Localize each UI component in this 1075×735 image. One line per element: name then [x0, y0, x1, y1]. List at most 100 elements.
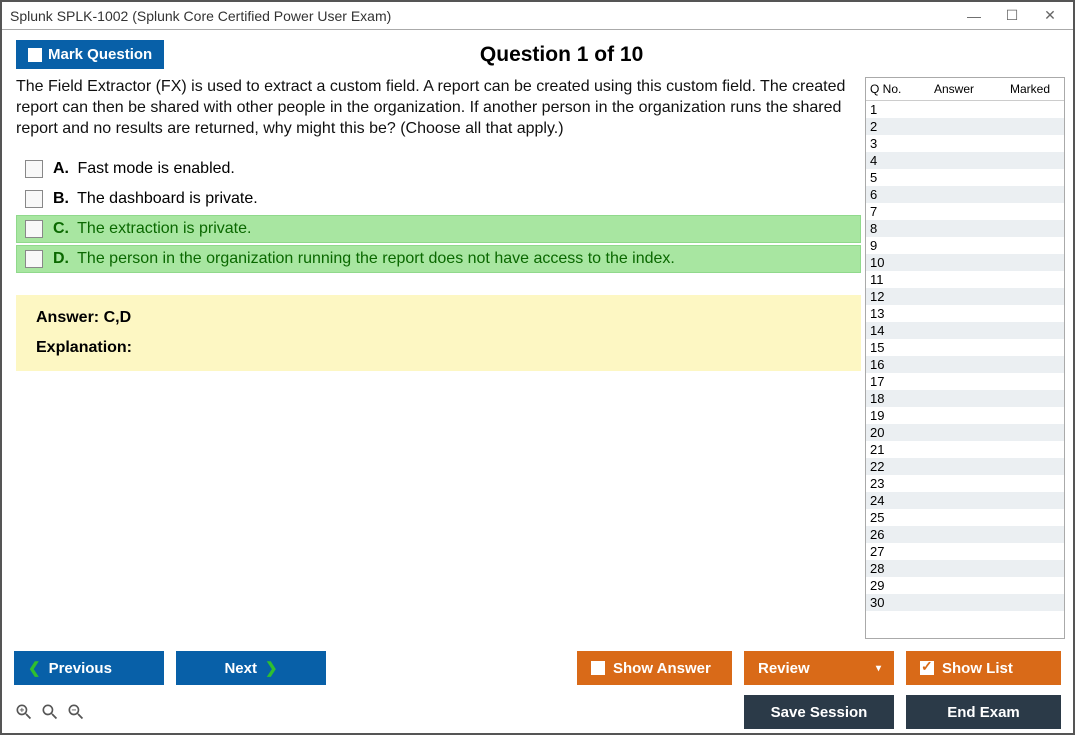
- zoom-in-icon[interactable]: [14, 702, 34, 722]
- list-row[interactable]: 18: [866, 390, 1064, 407]
- footer-row-2: Save Session End Exam: [14, 695, 1061, 729]
- list-row-qno: 5: [870, 170, 908, 185]
- list-row-qno: 16: [870, 357, 908, 372]
- list-row[interactable]: 5: [866, 169, 1064, 186]
- option-checkbox[interactable]: [25, 250, 43, 268]
- list-row[interactable]: 19: [866, 407, 1064, 424]
- list-row-qno: 29: [870, 578, 908, 593]
- list-row[interactable]: 1: [866, 101, 1064, 118]
- app-window: Splunk SPLK-1002 (Splunk Core Certified …: [0, 0, 1075, 735]
- save-session-label: Save Session: [771, 704, 868, 721]
- list-row[interactable]: 25: [866, 509, 1064, 526]
- list-row-qno: 27: [870, 544, 908, 559]
- review-button[interactable]: Review ▾: [744, 651, 894, 685]
- question-text: The Field Extractor (FX) is used to extr…: [16, 77, 861, 139]
- option-a[interactable]: A. Fast mode is enabled.: [16, 155, 861, 183]
- chevron-left-icon: ❮: [28, 659, 41, 677]
- list-row[interactable]: 20: [866, 424, 1064, 441]
- list-row[interactable]: 29: [866, 577, 1064, 594]
- answer-line: Answer: C,D: [36, 309, 841, 327]
- option-label: D. The person in the organization runnin…: [53, 250, 675, 268]
- question-panel: The Field Extractor (FX) is used to extr…: [16, 77, 861, 643]
- list-row[interactable]: 30: [866, 594, 1064, 611]
- list-row[interactable]: 7: [866, 203, 1064, 220]
- mark-question-button[interactable]: Mark Question: [16, 40, 164, 69]
- header-qno: Q No.: [870, 82, 908, 96]
- option-label: A. Fast mode is enabled.: [53, 160, 235, 178]
- show-answer-button[interactable]: Show Answer: [577, 651, 732, 685]
- list-row-qno: 19: [870, 408, 908, 423]
- zoom-reset-icon[interactable]: [40, 702, 60, 722]
- list-row-qno: 15: [870, 340, 908, 355]
- save-session-button[interactable]: Save Session: [744, 695, 894, 729]
- list-row[interactable]: 28: [866, 560, 1064, 577]
- option-d[interactable]: D. The person in the organization runnin…: [16, 245, 861, 273]
- next-label: Next: [224, 660, 257, 677]
- list-row-qno: 6: [870, 187, 908, 202]
- option-label: B. The dashboard is private.: [53, 190, 258, 208]
- list-row[interactable]: 9: [866, 237, 1064, 254]
- window-controls: — ☐ ✕: [959, 4, 1065, 28]
- list-row-qno: 22: [870, 459, 908, 474]
- list-row-qno: 9: [870, 238, 908, 253]
- list-row[interactable]: 10: [866, 254, 1064, 271]
- option-checkbox[interactable]: [25, 190, 43, 208]
- list-row-qno: 18: [870, 391, 908, 406]
- close-button[interactable]: ✕: [1035, 4, 1065, 28]
- show-list-label: Show List: [942, 660, 1013, 677]
- zoom-controls: [14, 702, 86, 722]
- list-row-qno: 12: [870, 289, 908, 304]
- next-button[interactable]: Next ❯: [176, 651, 326, 685]
- list-row-qno: 21: [870, 442, 908, 457]
- question-list-panel: Q No. Answer Marked 12345678910111213141…: [865, 77, 1065, 639]
- list-row-qno: 17: [870, 374, 908, 389]
- list-row[interactable]: 8: [866, 220, 1064, 237]
- list-row[interactable]: 6: [866, 186, 1064, 203]
- list-row[interactable]: 16: [866, 356, 1064, 373]
- list-row[interactable]: 26: [866, 526, 1064, 543]
- list-row[interactable]: 14: [866, 322, 1064, 339]
- list-row[interactable]: 23: [866, 475, 1064, 492]
- titlebar: Splunk SPLK-1002 (Splunk Core Certified …: [2, 2, 1073, 30]
- list-row-qno: 20: [870, 425, 908, 440]
- chevron-down-icon: ▾: [876, 663, 880, 674]
- list-row-qno: 2: [870, 119, 908, 134]
- list-row-qno: 8: [870, 221, 908, 236]
- previous-button[interactable]: ❮ Previous: [14, 651, 164, 685]
- option-checkbox[interactable]: [25, 160, 43, 178]
- list-row-qno: 13: [870, 306, 908, 321]
- list-row-qno: 30: [870, 595, 908, 610]
- previous-label: Previous: [49, 660, 112, 677]
- list-row[interactable]: 24: [866, 492, 1064, 509]
- option-c[interactable]: C. The extraction is private.: [16, 215, 861, 243]
- list-row[interactable]: 11: [866, 271, 1064, 288]
- list-row-qno: 3: [870, 136, 908, 151]
- list-row[interactable]: 13: [866, 305, 1064, 322]
- option-label: C. The extraction is private.: [53, 220, 251, 238]
- end-exam-button[interactable]: End Exam: [906, 695, 1061, 729]
- checked-square-icon: [920, 661, 934, 675]
- list-row[interactable]: 15: [866, 339, 1064, 356]
- header-row: Mark Question Question 1 of 10: [2, 30, 1073, 77]
- maximize-button[interactable]: ☐: [997, 4, 1027, 28]
- list-row-qno: 4: [870, 153, 908, 168]
- list-row[interactable]: 4: [866, 152, 1064, 169]
- list-row[interactable]: 27: [866, 543, 1064, 560]
- option-checkbox[interactable]: [25, 220, 43, 238]
- list-row[interactable]: 22: [866, 458, 1064, 475]
- list-row[interactable]: 3: [866, 135, 1064, 152]
- list-body[interactable]: 1234567891011121314151617181920212223242…: [866, 101, 1064, 638]
- list-row[interactable]: 2: [866, 118, 1064, 135]
- show-list-button[interactable]: Show List: [906, 651, 1061, 685]
- header-answer: Answer: [908, 82, 1000, 96]
- list-row-qno: 14: [870, 323, 908, 338]
- mark-question-label: Mark Question: [48, 46, 152, 63]
- option-b[interactable]: B. The dashboard is private.: [16, 185, 861, 213]
- list-row[interactable]: 12: [866, 288, 1064, 305]
- list-row[interactable]: 21: [866, 441, 1064, 458]
- zoom-out-icon[interactable]: [66, 702, 86, 722]
- list-row-qno: 11: [870, 272, 908, 287]
- options-list: A. Fast mode is enabled. B. The dashboard…: [16, 153, 861, 275]
- list-row[interactable]: 17: [866, 373, 1064, 390]
- minimize-button[interactable]: —: [959, 4, 989, 28]
